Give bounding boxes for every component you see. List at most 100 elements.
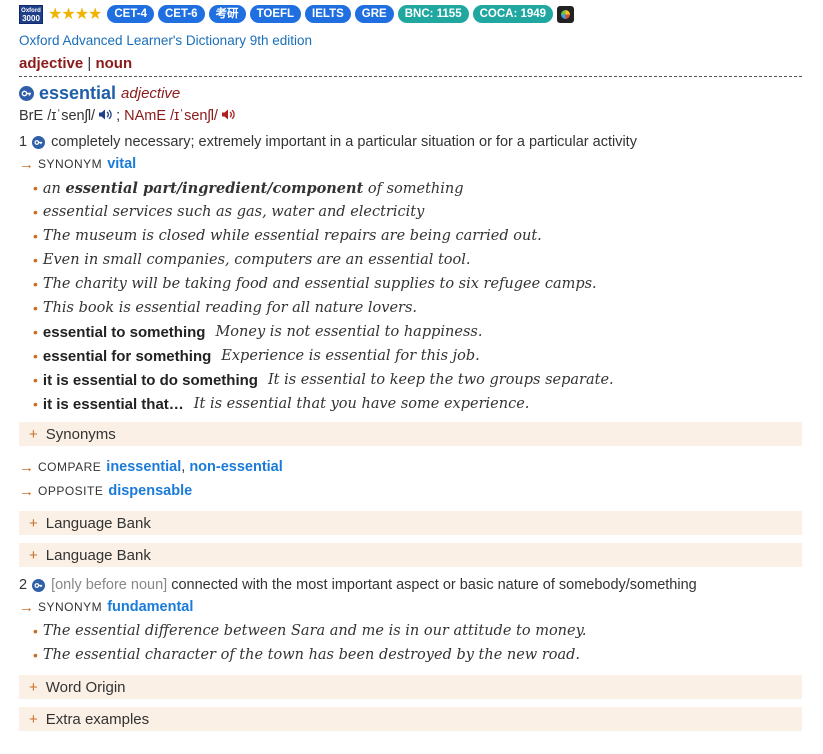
pronunciation-line: BrE /ɪˈsenʃl/ ; NAmE /ɪˈsenʃl/ [19,106,802,126]
pron-separator: ; [116,108,121,124]
bre-label: BrE [19,108,44,124]
list-item: • The essential character of the town ha… [33,643,802,667]
example-sentence: The museum is closed while essential rep… [42,228,542,244]
bullet-icon: • [33,623,38,639]
plus-icon: + [29,514,38,532]
sense-number: 1 [19,134,28,150]
example-sentence: It is essential to keep the two groups s… [267,372,614,388]
headword-pos: adjective [121,84,181,102]
xref-type: OPPOSITE [38,484,104,498]
panel-label: Language Bank [45,514,151,532]
arrow-icon: → [19,598,34,616]
badge-bnc: BNC: 1155 [397,5,469,23]
plus-icon: + [29,678,38,696]
bullet-icon: • [33,300,38,316]
oxford-key-icon [32,578,46,592]
bullet-icon: • [33,647,38,663]
bullet-icon: • [33,324,38,340]
sense-2: 2 [only before noun] connected with the … [19,575,802,595]
word-origin-panel-toggle[interactable]: + Word Origin [19,675,802,699]
synonym-xref: → SYNONYM fundamental [19,595,802,619]
sense-1: 1 completely necessary; extremely import… [19,132,802,152]
panel-label: Synonyms [45,425,116,443]
list-item: • The essential difference between Sara … [33,619,802,643]
panel-label: Word Origin [45,678,126,696]
list-item: • The charity will be taking food and es… [33,272,802,296]
example-list: • The essential difference between Sara … [19,619,802,667]
opposite-link-dispensable[interactable]: dispensable [108,483,192,499]
extension-icon[interactable] [557,5,575,23]
xref-type: SYNONYM [38,600,103,614]
extra-examples-panel-toggle[interactable]: + Extra examples [19,707,802,731]
collocation-pattern: essential for something [42,347,212,365]
arrow-icon: → [19,155,34,173]
language-bank-panel-toggle-2[interactable]: + Language Bank [19,543,802,567]
oxford-key-icon [32,135,46,149]
bullet-icon: • [33,204,38,220]
badge-toefl: TOEFL [249,5,302,23]
example-sentence: The essential difference between Sara an… [42,623,587,639]
plus-icon: + [29,546,38,564]
compare-link-non-essential[interactable]: non-essential [189,459,282,475]
panel-label: Extra examples [45,710,150,728]
bullet-icon: • [33,396,38,412]
xref-type: COMPARE [38,460,102,474]
badge-kaoyan: 考研 [208,5,246,23]
language-bank-panel-toggle[interactable]: + Language Bank [19,511,802,535]
badge-row: Oxford 3000 ★★★★ CET-4 CET-6 考研 TOEFL IE… [19,4,802,24]
example-sentence: Money is not essential to happiness. [215,324,483,340]
headword-line: essential adjective [19,82,802,104]
bullet-icon: • [33,228,38,244]
synonym-link-vital[interactable]: vital [107,156,136,172]
plus-icon: + [29,425,38,443]
pos-link-adjective[interactable]: adjective [19,55,83,72]
oxford-3000-logo: Oxford 3000 [19,4,43,24]
badge-coca: COCA: 1949 [472,5,554,23]
bullet-icon: • [33,372,38,388]
badge-cet6: CET-6 [157,5,205,23]
example-sentence: essential services such as gas, water an… [42,204,425,220]
bullet-icon: • [33,252,38,268]
grammar-note: [only before noun] [51,577,168,593]
sense-number: 2 [19,577,28,593]
bullet-icon: • [33,348,38,364]
name-label: NAmE [124,108,167,124]
dictionary-entry: Oxford 3000 ★★★★ CET-4 CET-6 考研 TOEFL IE… [0,0,823,731]
bre-ipa: /ɪˈsenʃl/ [47,108,96,124]
example-list: • an essential part/ingredient/component… [19,176,802,416]
xref-type: SYNONYM [38,157,103,171]
headword: essential [39,82,117,103]
pos-navigation: adjective | noun [19,55,802,77]
synonym-link-fundamental[interactable]: fundamental [107,599,193,615]
list-item: • essential services such as gas, water … [33,200,802,224]
pos-separator: | [87,55,92,72]
list-item: • Even in small companies, computers are… [33,248,802,272]
sense-definition: connected with the most important aspect… [171,577,697,593]
list-item: • it is essential that… It is essential … [33,392,802,416]
example-sentence: Experience is essential for this job. [221,348,480,364]
list-item: • essential to something Money is not es… [33,320,802,344]
collocation-pattern: essential to something [42,323,206,341]
name-ipa: /ɪˈsenʃl/ [170,108,218,124]
example-sentence: It is essential that you have some exper… [193,396,530,412]
list-item: • it is essential to do something It is … [33,368,802,392]
synonym-xref: → SYNONYM vital [19,152,802,176]
pos-link-noun[interactable]: noun [95,55,132,72]
speaker-icon-bre[interactable] [98,108,113,125]
collocation-pattern: it is essential to do something [42,371,258,389]
plus-icon: + [29,710,38,728]
list-item: • This book is essential reading for all… [33,296,802,320]
compare-xref: → COMPARE inessential, non-essential [19,455,802,479]
example-sentence: This book is essential reading for all n… [42,300,418,316]
badge-ielts: IELTS [305,5,351,23]
speaker-icon-name[interactable] [221,108,236,125]
opposite-xref: → OPPOSITE dispensable [19,479,802,503]
dictionary-name-link[interactable]: Oxford Advanced Learner's Dictionary 9th… [19,33,802,51]
synonyms-panel-toggle[interactable]: + Synonyms [19,422,802,446]
example-sentence: The essential character of the town has … [42,647,581,663]
bullet-icon: • [33,180,38,196]
arrow-icon: → [19,458,34,476]
sense-definition: completely necessary; extremely importan… [51,134,637,150]
compare-link-inessential[interactable]: inessential [106,459,181,475]
list-item: • an essential part/ingredient/component… [33,176,802,200]
